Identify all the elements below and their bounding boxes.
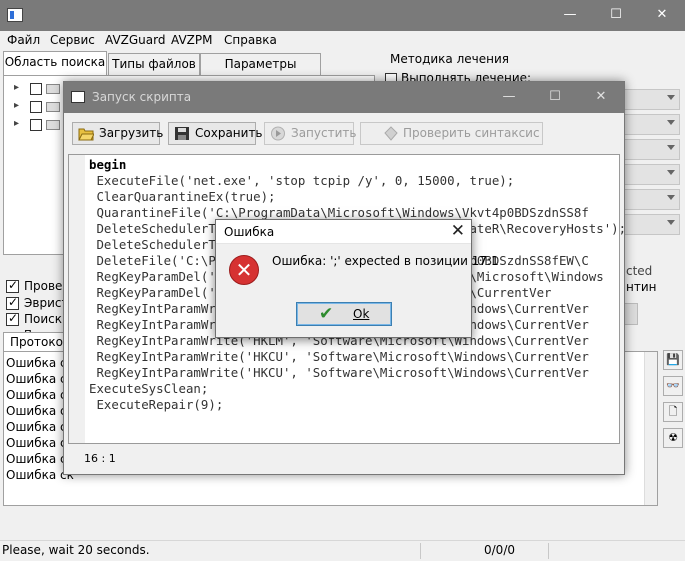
script-maximize-button[interactable]: ☐ bbox=[532, 82, 578, 113]
window-icon bbox=[71, 91, 85, 103]
chevron-down-icon bbox=[667, 95, 675, 100]
status-message: Please, wait 20 seconds. bbox=[2, 543, 150, 557]
right-label: cted bbox=[626, 264, 653, 278]
script-minimize-button[interactable]: — bbox=[486, 82, 532, 113]
tab-file-types[interactable]: Типы файлов bbox=[108, 53, 200, 75]
save-log-button[interactable]: 💾 bbox=[663, 350, 683, 370]
chevron-down-icon bbox=[667, 120, 675, 125]
script-close-button[interactable]: ✕ bbox=[578, 82, 624, 113]
app-icon bbox=[7, 8, 23, 22]
method-select[interactable] bbox=[620, 114, 680, 135]
tree-checkbox[interactable] bbox=[30, 101, 42, 113]
cursor-position: 16 : 1 bbox=[84, 452, 116, 465]
maximize-button[interactable]: ☐ bbox=[593, 0, 639, 31]
status-counts: 0/0/0 bbox=[484, 543, 515, 557]
load-button[interactable]: Загрузить bbox=[72, 122, 164, 145]
error-close-button[interactable]: ✕ bbox=[451, 221, 465, 241]
check-icon: ✔ bbox=[319, 304, 334, 324]
tab-search-params[interactable]: Параметры поиска bbox=[200, 53, 321, 91]
status-divider bbox=[420, 543, 421, 559]
log-scrollbar[interactable] bbox=[644, 352, 657, 505]
check-syntax-label: Проверить синтаксис bbox=[403, 126, 540, 140]
chevron-down-icon bbox=[667, 220, 675, 225]
close-button[interactable]: ✕ bbox=[639, 0, 685, 31]
expand-icon[interactable]: ▸ bbox=[14, 100, 19, 111]
save-button[interactable]: Сохранить bbox=[168, 122, 263, 145]
code-line: RegKeyIntParamWrite('HKCU', 'Software\Mi… bbox=[89, 349, 589, 364]
error-title-bar[interactable]: Ошибка ✕ bbox=[216, 220, 471, 244]
document-icon: 🗋 bbox=[668, 405, 678, 418]
menu-bar: Файл Сервис AVZGuard AVZPM Справка bbox=[0, 31, 685, 51]
method-select[interactable] bbox=[620, 164, 680, 185]
error-icon: ✕ bbox=[229, 255, 259, 285]
drive-icon bbox=[46, 102, 60, 112]
virus-button[interactable]: ☢ bbox=[663, 428, 683, 448]
expand-icon[interactable]: ▸ bbox=[14, 118, 19, 129]
error-message: Ошибка: ';' expected в позиции 17:1 bbox=[272, 254, 499, 268]
checkbox[interactable] bbox=[6, 295, 19, 310]
checkbox-label: Эврист bbox=[24, 296, 69, 310]
play-icon bbox=[271, 126, 285, 141]
right-label: нтин bbox=[626, 280, 657, 294]
method-title: Методика лечения bbox=[390, 52, 509, 66]
method-select[interactable] bbox=[620, 214, 680, 235]
status-bar: Please, wait 20 seconds. 0/0/0 bbox=[0, 540, 685, 561]
expand-icon[interactable]: ▸ bbox=[14, 82, 19, 93]
save-icon: 💾 bbox=[666, 353, 680, 366]
ok-button[interactable]: ✔ Ok bbox=[296, 302, 392, 326]
save-icon bbox=[175, 127, 189, 140]
tab-search-area[interactable]: Область поиска bbox=[3, 51, 107, 76]
view-button[interactable]: 👓 bbox=[663, 376, 683, 396]
error-title: Ошибка bbox=[224, 225, 275, 239]
status-divider bbox=[548, 543, 549, 559]
load-label: Загрузить bbox=[99, 126, 164, 140]
checkbox[interactable] bbox=[6, 311, 19, 326]
virus-icon: ☢ bbox=[668, 431, 678, 444]
run-label: Запустить bbox=[291, 126, 357, 140]
checkbox[interactable] bbox=[6, 278, 19, 293]
code-line: ClearQuarantineEx(true); bbox=[89, 189, 276, 204]
tree-checkbox[interactable] bbox=[30, 83, 42, 95]
chevron-down-icon bbox=[667, 145, 675, 150]
new-document-button[interactable]: 🗋 bbox=[663, 402, 683, 422]
code-line: begin bbox=[89, 157, 127, 172]
menu-avzguard[interactable]: AVZGuard bbox=[105, 33, 165, 47]
code-line: ExecuteRepair(9); bbox=[89, 397, 224, 412]
editor-gutter bbox=[69, 155, 85, 443]
method-select[interactable] bbox=[620, 139, 680, 160]
menu-file[interactable]: Файл bbox=[7, 33, 40, 47]
script-window-title: Запуск скрипта bbox=[92, 90, 192, 104]
run-button[interactable]: Запустить bbox=[264, 122, 357, 145]
menu-help[interactable]: Справка bbox=[224, 33, 277, 47]
menu-avzpm[interactable]: AVZPM bbox=[171, 33, 212, 47]
chevron-down-icon bbox=[667, 195, 675, 200]
menu-service[interactable]: Сервис bbox=[50, 33, 95, 47]
computer-icon bbox=[46, 84, 60, 94]
code-line: ExecuteSysClean; bbox=[89, 381, 209, 396]
drive-icon bbox=[46, 120, 60, 130]
code-line: RegKeyIntParamWrite('HKCU', 'Software\Mi… bbox=[89, 365, 589, 380]
error-dialog: Ошибка ✕ ✕ Ошибка: ';' expected в позици… bbox=[215, 219, 499, 338]
check-syntax-button[interactable]: Проверить синтаксис bbox=[360, 122, 543, 145]
glasses-icon: 👓 bbox=[666, 379, 680, 392]
ok-label: Ok bbox=[353, 307, 370, 321]
chevron-down-icon bbox=[667, 170, 675, 175]
syntax-check-icon bbox=[384, 126, 398, 141]
method-select[interactable] bbox=[620, 189, 680, 210]
code-line: ExecuteFile('net.exe', 'stop tcpip /y', … bbox=[89, 173, 515, 188]
main-title-bar[interactable]: — ☐ ✕ bbox=[0, 0, 685, 31]
tree-checkbox[interactable] bbox=[30, 119, 42, 131]
folder-open-icon bbox=[78, 128, 94, 141]
script-title-bar[interactable]: Запуск скрипта — ☐ ✕ bbox=[64, 82, 624, 113]
save-label: Сохранить bbox=[195, 126, 263, 140]
minimize-button[interactable]: — bbox=[547, 0, 593, 31]
method-select[interactable] bbox=[620, 89, 680, 110]
